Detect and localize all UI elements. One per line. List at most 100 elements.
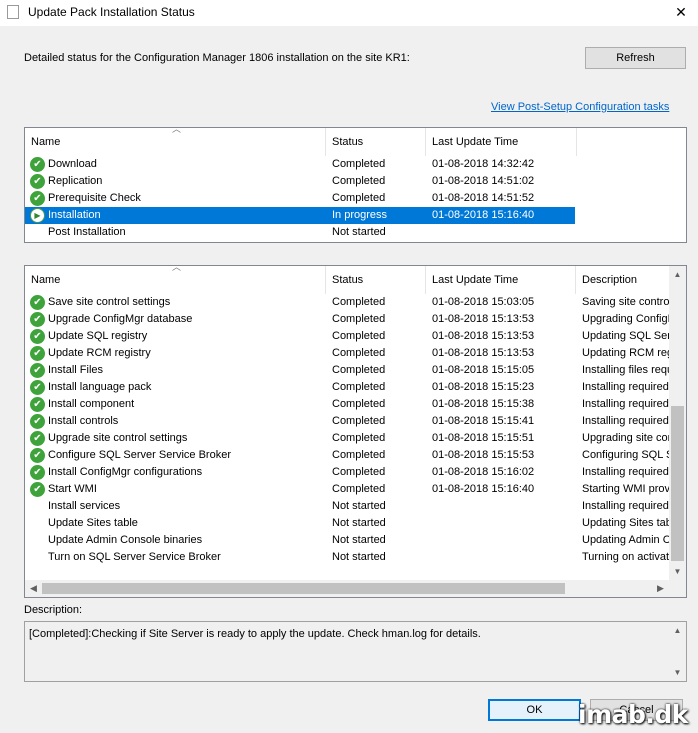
list-item[interactable]: ✔ Configure SQL Server Service Broker Comp… [25,447,675,464]
item-name: Install controls [48,415,119,427]
list-item[interactable]: ✔ Upgrade site control settings Completed 0… [25,430,675,447]
close-button[interactable]: ✕ [664,0,698,26]
item-status: Completed [332,432,386,444]
scroll-left-icon[interactable]: ◀ [25,580,42,597]
item-time [432,532,576,549]
scroll-up-icon[interactable]: ▲ [669,622,686,639]
item-status: Not started [332,534,386,546]
column-header-description[interactable]: Description [576,266,676,294]
vertical-scroll-thumb[interactable] [671,406,684,561]
item-status: Completed [332,364,386,376]
check-icon: ✔ [30,329,45,344]
watermark: imab.dk [578,700,688,729]
list-item[interactable]: ✔ Replication Completed 01-08-2018 14:51:02 [25,173,575,190]
check-icon: ✔ [30,465,45,480]
scroll-up-icon[interactable]: ▲ [669,266,686,283]
item-description: Updating RCM reg [582,347,670,359]
column-header-status[interactable]: Status [326,128,426,156]
item-status: Completed [332,330,386,342]
item-time: 01-08-2018 15:15:05 [432,364,535,376]
scroll-right-icon[interactable]: ▶ [652,580,669,597]
item-status: Not started [332,500,386,512]
column-header-status[interactable]: Status [326,266,426,294]
window-icon [7,5,19,19]
scroll-down-icon[interactable]: ▼ [669,664,686,681]
item-description: Saving site control [582,296,670,308]
item-description: Updating SQL Ser [582,330,670,342]
in-progress-icon: ▶ [30,208,45,223]
check-icon: ✔ [30,380,45,395]
item-status: Completed [332,483,386,495]
item-time: 01-08-2018 15:13:53 [432,330,535,342]
item-description: Updating Sites tab [582,517,670,529]
list-item[interactable]: ✔ Install language pack Completed 01-08-201… [25,379,675,396]
list-item[interactable]: Turn on SQL Server Service Broker Not sta… [25,549,675,566]
check-icon: ✔ [30,346,45,361]
ok-button[interactable]: OK [488,699,581,721]
horizontal-scrollbar[interactable]: ◀ ▶ [25,580,669,597]
description-box[interactable]: [Completed]:Checking if Site Server is r… [24,621,687,682]
list-item[interactable]: ✔ Upgrade ConfigMgr database Completed 01-0… [25,311,675,328]
description-label: Description: [24,604,83,616]
list-item[interactable]: Install services Not started Installing re… [25,498,675,515]
item-name: Save site control settings [48,296,171,308]
item-description: Upgrading ConfigM [582,313,670,325]
vertical-scrollbar[interactable]: ▲ ▼ [669,266,686,580]
item-time [432,498,576,515]
sort-arrow-icon: ︿ [172,127,182,134]
column-header-time[interactable]: Last Update Time [426,128,577,156]
list-item[interactable]: ▶ Installation In progress 01-08-2018 15:16… [25,207,575,224]
check-icon: ✔ [30,295,45,310]
item-time: 01-08-2018 15:13:53 [432,347,535,359]
item-status: Completed [332,313,386,325]
item-description: Upgrading site con [582,432,670,444]
list-item[interactable]: ✔ Update RCM registry Completed 01-08-2018 … [25,345,675,362]
list-item[interactable]: ✔ Install ConfigMgr configurations Complet… [25,464,675,481]
item-name: Upgrade site control settings [48,432,188,444]
list-item[interactable]: ✔ Install Files Completed 01-08-2018 15:15:… [25,362,675,379]
item-status: Completed [332,398,386,410]
item-name: Install component [48,398,135,410]
list-item[interactable]: Update Sites table Not started Updating Si… [25,515,675,532]
item-time: 01-08-2018 14:32:42 [432,158,535,170]
item-name: Update Admin Console binaries [48,534,203,546]
list-item[interactable]: ✔ Update SQL registry Completed 01-08-2018 … [25,328,675,345]
phase-list[interactable]: Name Status Last Update Time ︿ ✔ Download… [24,127,687,243]
item-status: Completed [332,175,386,187]
item-name: Start WMI [48,483,97,495]
step-list[interactable]: Name Status Last Update Time Description… [24,265,687,598]
item-time [432,224,576,241]
refresh-button[interactable]: Refresh [585,47,686,69]
list-item[interactable]: Update Admin Console binaries Not started… [25,532,675,549]
list-item[interactable]: ✔ Start WMI Completed 01-08-2018 15:16:40 St… [25,481,675,498]
item-name: Post Installation [48,226,126,238]
list-item[interactable]: ✔ Install controls Completed 01-08-2018 15:… [25,413,675,430]
list-item[interactable]: ✔ Download Completed 01-08-2018 14:32:42 [25,156,575,173]
item-time: 01-08-2018 15:15:51 [432,432,535,444]
item-description: Installing required c [582,415,670,427]
list-item[interactable]: ✔ Install component Completed 01-08-2018 15… [25,396,675,413]
item-status: Completed [332,158,386,170]
item-name: Download [48,158,97,170]
item-time: 01-08-2018 15:03:05 [432,296,535,308]
item-time: 01-08-2018 15:15:53 [432,449,535,461]
item-description: Starting WMI provi [582,483,670,495]
item-status: Completed [332,415,386,427]
item-name: Upgrade ConfigMgr database [48,313,193,325]
description-text: [Completed]:Checking if Site Server is r… [29,628,481,640]
item-time [432,549,576,566]
column-header-time[interactable]: Last Update Time [426,266,576,294]
check-icon: ✔ [30,397,45,412]
title-bar: Update Pack Installation Status ✕ [0,0,698,26]
list-item[interactable]: ✔ Save site control settings Completed 01-0… [25,294,675,311]
list-item[interactable]: ✔ Prerequisite Check Completed 01-08-2018 1… [25,190,575,207]
description-scrollbar[interactable]: ▲ ▼ [669,622,686,681]
check-icon: ✔ [30,414,45,429]
horizontal-scroll-thumb[interactable] [42,583,565,594]
scroll-down-icon[interactable]: ▼ [669,563,686,580]
scrollbar-corner [669,580,686,597]
list-item[interactable]: Post Installation Not started [25,224,575,241]
item-status: Completed [332,296,386,308]
item-name: Prerequisite Check [48,192,141,204]
post-setup-link[interactable]: View Post-Setup Configuration tasks [491,101,669,113]
